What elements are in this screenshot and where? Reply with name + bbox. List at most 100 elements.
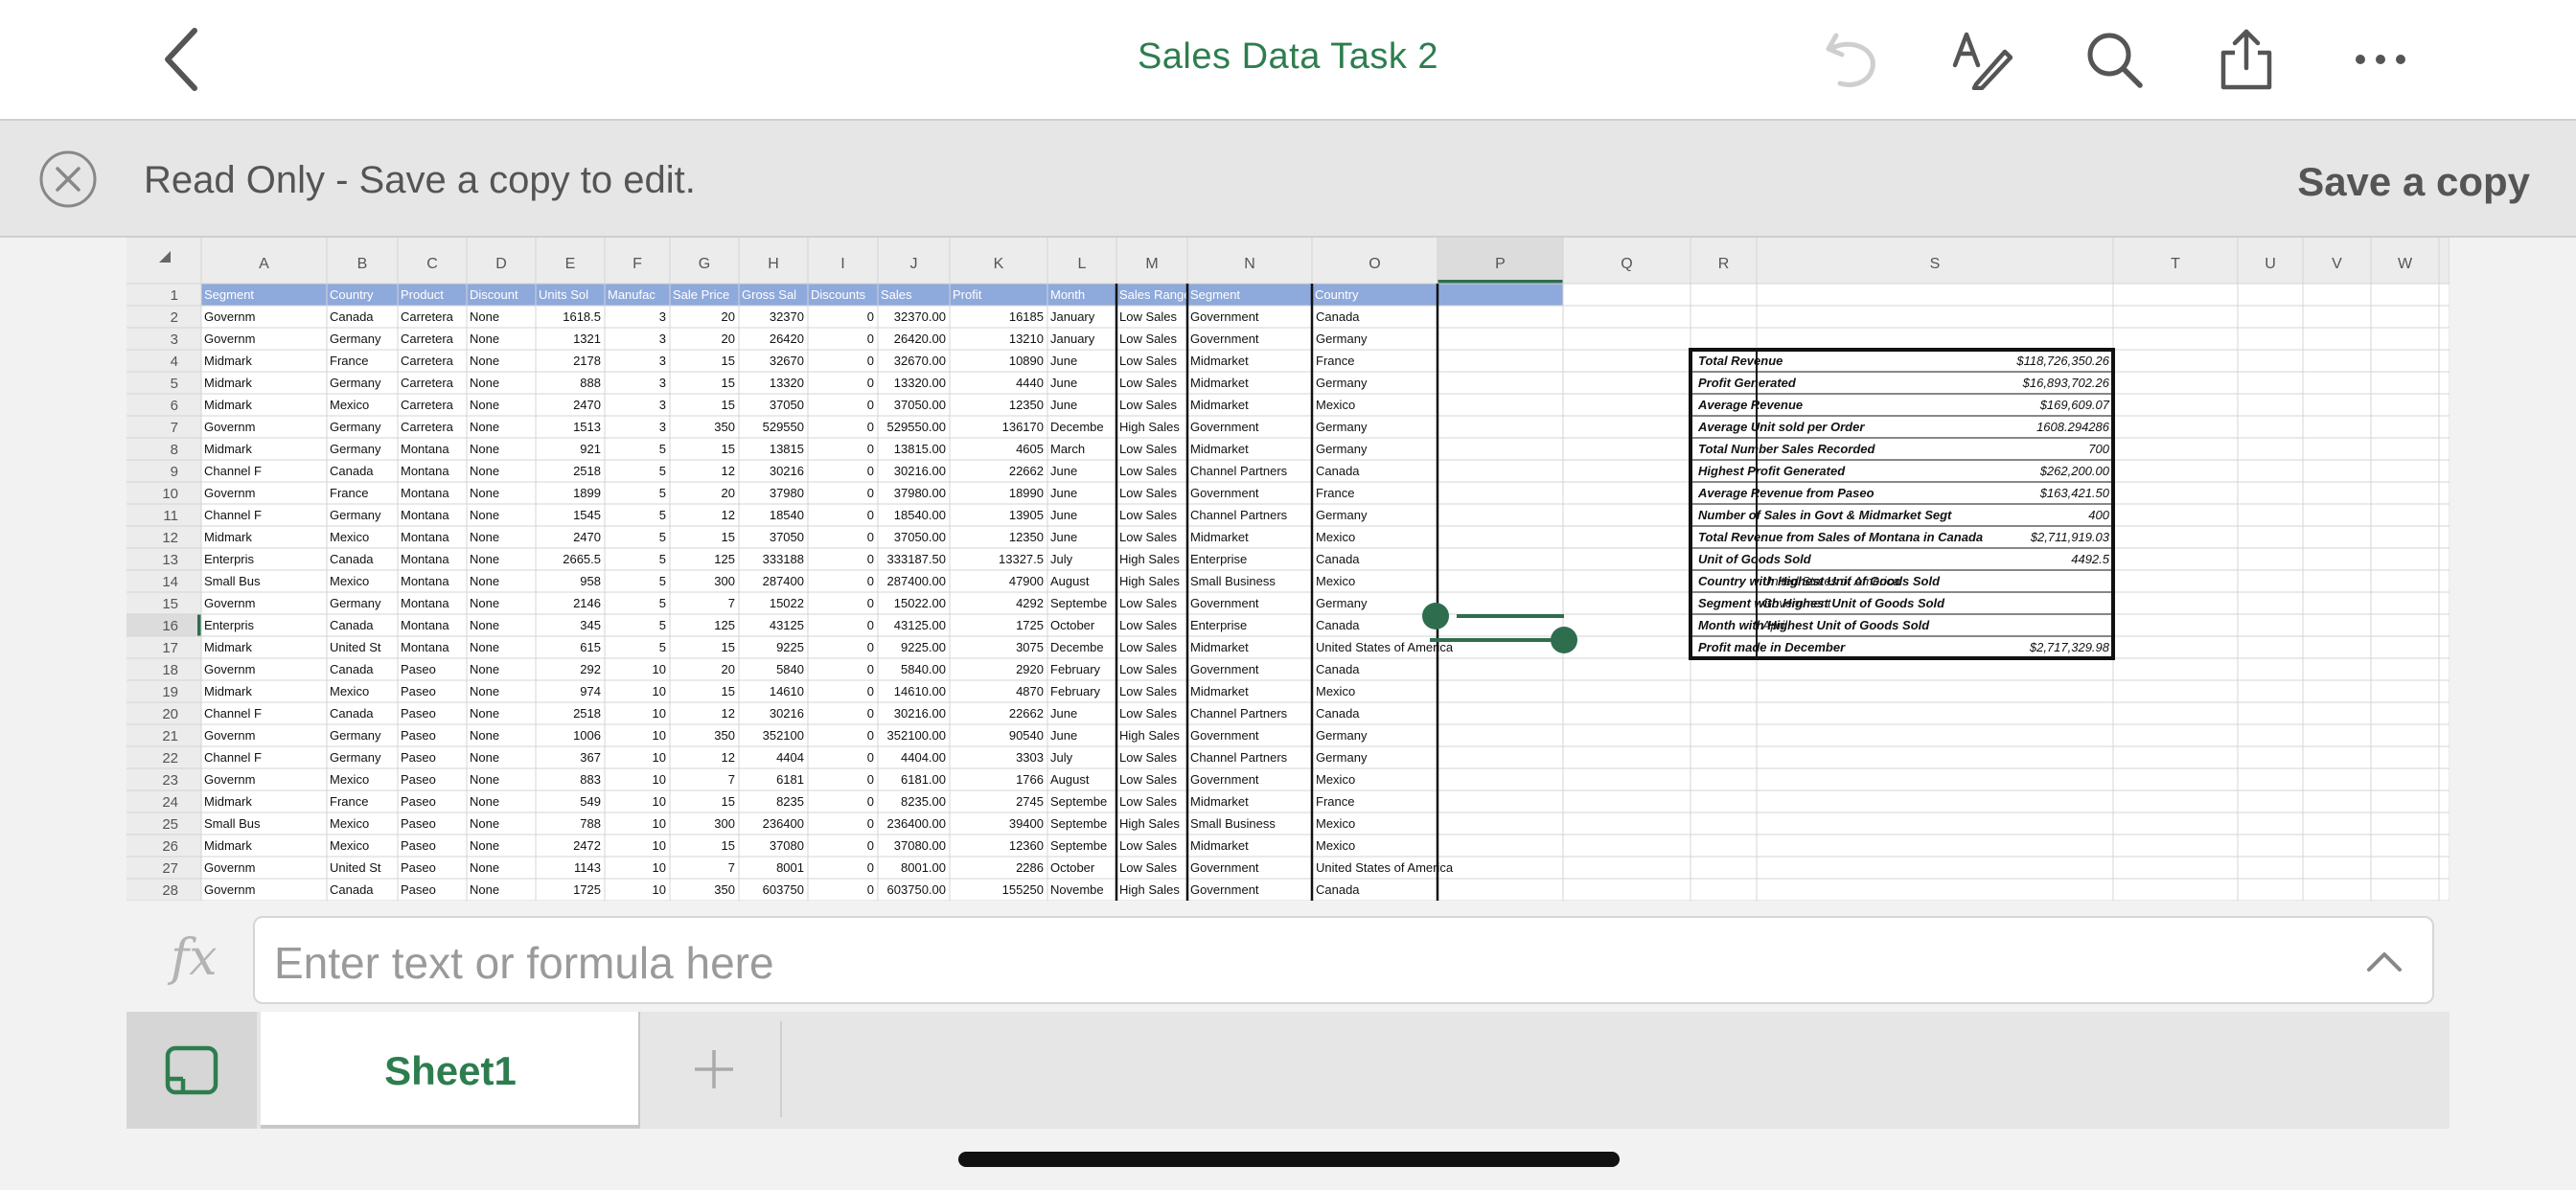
data-cell: Septembe bbox=[1050, 838, 1107, 853]
data-cell: 15 bbox=[722, 838, 735, 853]
row-header-15: 15 bbox=[162, 596, 178, 612]
data-cell: 0 bbox=[867, 684, 874, 698]
row-header-18: 18 bbox=[162, 662, 178, 678]
summary-value: United States of America bbox=[1762, 574, 1899, 588]
data-cell: June bbox=[1050, 530, 1077, 544]
chevron-up-icon[interactable] bbox=[2363, 941, 2405, 983]
grid-canvas[interactable]: A B C D E F G H I J K L M N O P Q R S T U V W12345678910111213… bbox=[126, 238, 2450, 901]
header-extra-fill bbox=[1438, 284, 1563, 306]
data-cell: July bbox=[1050, 552, 1073, 566]
undo-icon bbox=[1826, 33, 1875, 87]
selected-row-indicator bbox=[197, 614, 201, 636]
data-cell: Low Sales bbox=[1119, 794, 1177, 809]
data-cell: France bbox=[330, 354, 368, 368]
sheet-tab-bar: Sheet1 bbox=[126, 1012, 2450, 1129]
more-button[interactable] bbox=[2344, 23, 2417, 96]
data-cell: 37980 bbox=[770, 486, 804, 500]
data-cell: 22662 bbox=[1009, 464, 1044, 478]
data-cell: None bbox=[470, 772, 499, 787]
data-cell: 15 bbox=[722, 530, 735, 544]
dismiss-banner-button[interactable] bbox=[38, 149, 98, 209]
tab-sheet1[interactable]: Sheet1 bbox=[261, 1012, 640, 1129]
more-icon bbox=[2356, 55, 2405, 64]
data-cell: 2178 bbox=[573, 354, 601, 368]
summary-value: 400 bbox=[2088, 508, 2109, 522]
data-cell: 5 bbox=[659, 640, 666, 654]
data-cell: Low Sales bbox=[1119, 530, 1177, 544]
data-cell: Germany bbox=[330, 750, 381, 765]
data-cell: 1766 bbox=[1016, 772, 1044, 787]
data-cell: None bbox=[470, 420, 499, 434]
data-cell: 43125.00 bbox=[894, 618, 946, 632]
data-cell: 549 bbox=[580, 794, 601, 809]
data-cell: 5 bbox=[659, 486, 666, 500]
data-cell: 10 bbox=[653, 706, 666, 721]
data-cell: Government bbox=[1190, 596, 1259, 610]
draw-button[interactable] bbox=[1945, 23, 2018, 96]
summary-value: $2,711,919.03 bbox=[2030, 530, 2110, 544]
row-header-7: 7 bbox=[171, 420, 178, 436]
data-cell: 2518 bbox=[573, 464, 601, 478]
formula-input[interactable]: Enter text or formula here bbox=[253, 916, 2434, 1004]
data-cell: 2470 bbox=[573, 398, 601, 412]
data-cell: 1725 bbox=[1016, 618, 1044, 632]
row-header-21: 21 bbox=[162, 728, 178, 744]
column-header-M: M bbox=[1145, 256, 1158, 272]
undo-button[interactable] bbox=[1815, 23, 1888, 96]
summary-label: Profit Generated bbox=[1698, 376, 1797, 390]
data-cell: Midmark bbox=[204, 640, 252, 654]
data-cell: October bbox=[1050, 618, 1095, 632]
data-cell: June bbox=[1050, 464, 1077, 478]
function-icon[interactable]: fx bbox=[171, 929, 218, 987]
data-cell: Low Sales bbox=[1119, 706, 1177, 721]
data-cell: 2920 bbox=[1016, 662, 1044, 676]
save-copy-button[interactable]: Save a copy bbox=[2297, 159, 2530, 205]
row-header-26: 26 bbox=[162, 838, 178, 855]
data-cell: Mexico bbox=[1316, 772, 1355, 787]
selection-handle-end[interactable] bbox=[1551, 627, 1577, 653]
share-button[interactable] bbox=[2210, 23, 2283, 96]
data-cell: Germany bbox=[1316, 376, 1368, 390]
data-cell: July bbox=[1050, 750, 1073, 765]
data-cell: 2146 bbox=[573, 596, 601, 610]
data-cell: Germany bbox=[1316, 332, 1368, 346]
summary-label: Month with Highest Unit of Goods Sold bbox=[1698, 618, 1930, 632]
data-cell: 236400.00 bbox=[887, 816, 946, 831]
data-cell: 0 bbox=[867, 508, 874, 522]
row-header-20: 20 bbox=[162, 706, 178, 722]
data-cell: 10 bbox=[653, 662, 666, 676]
spreadsheet-grid[interactable]: A B C D E F G H I J K L M N O P Q R S T U V W 1 2 3 4 5 6 7 8 9 10 11 12 13… bbox=[126, 238, 2450, 901]
data-cell: 20 bbox=[722, 309, 735, 324]
data-cell: Septembe bbox=[1050, 596, 1107, 610]
header-cell: Segment bbox=[1190, 287, 1240, 302]
data-cell: 16185 bbox=[1009, 309, 1044, 324]
data-cell: Low Sales bbox=[1119, 640, 1177, 654]
data-cell: Mexico bbox=[1316, 838, 1355, 853]
data-cell: None bbox=[470, 860, 499, 875]
data-cell: Low Sales bbox=[1119, 860, 1177, 875]
selection-handle-start[interactable] bbox=[1422, 603, 1449, 629]
data-cell: None bbox=[470, 838, 499, 853]
sheets-list-button[interactable] bbox=[126, 1012, 257, 1129]
data-cell: None bbox=[470, 552, 499, 566]
data-cell: Midmark bbox=[204, 530, 252, 544]
data-cell: 125 bbox=[714, 618, 735, 632]
search-button[interactable] bbox=[2078, 23, 2150, 96]
data-cell: 8235.00 bbox=[901, 794, 946, 809]
data-cell: Channel F bbox=[204, 706, 262, 721]
data-cell: Mexico bbox=[330, 772, 369, 787]
data-cell: 2745 bbox=[1016, 794, 1044, 809]
data-cell: Mexico bbox=[1316, 574, 1355, 588]
data-cell: Montana bbox=[401, 464, 449, 478]
row-header-10: 10 bbox=[162, 486, 178, 502]
data-cell: Low Sales bbox=[1119, 376, 1177, 390]
header-cell: Manufac bbox=[608, 287, 656, 302]
data-cell: Montana bbox=[401, 640, 449, 654]
data-cell: Government bbox=[1190, 772, 1259, 787]
add-sheet-button[interactable] bbox=[648, 1021, 782, 1117]
data-cell: Government bbox=[1190, 860, 1259, 875]
data-cell: Midmarket bbox=[1190, 838, 1249, 853]
data-cell: Small Bus bbox=[204, 816, 261, 831]
data-cell: High Sales bbox=[1119, 552, 1180, 566]
data-cell: Germany bbox=[1316, 750, 1368, 765]
